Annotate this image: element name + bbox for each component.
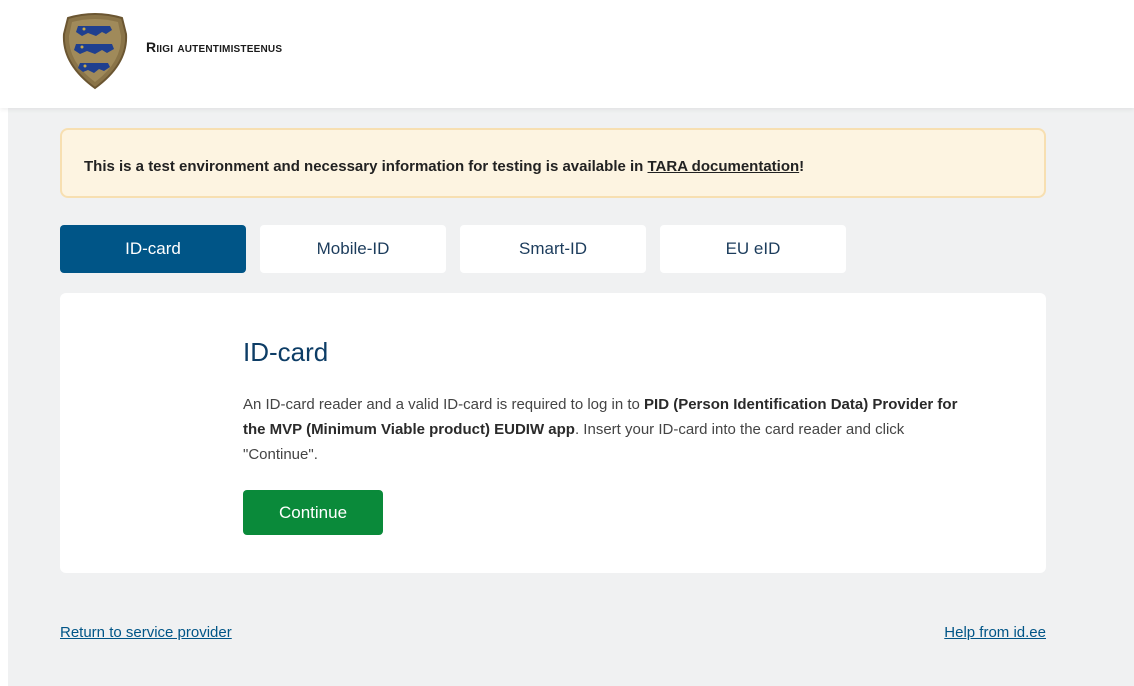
tab-id-card[interactable]: ID-card [60,225,246,273]
tara-documentation-link[interactable]: TARA documentation [648,158,800,175]
notice-text: This is a test environment and necessary… [84,158,648,175]
estonian-coat-of-arms-icon [60,12,130,90]
panel-title: ID-card [243,337,329,367]
test-environment-notice: This is a test environment and necessary… [60,128,1046,198]
id-card-panel: ID-card An ID-card reader and a valid ID… [60,293,1046,573]
brand-name: Riigi autentimisteenus [146,39,283,55]
description-text: An ID-card reader and a valid ID-card is… [243,396,645,413]
panel-description: An ID-card reader and a valid ID-card is… [243,392,983,467]
tab-mobile-id[interactable]: Mobile-ID [260,225,446,273]
tab-smart-id[interactable]: Smart-ID [460,225,646,273]
tab-eu-eid[interactable]: EU eID [660,225,846,273]
help-link[interactable]: Help from id.ee [944,624,1046,641]
return-to-service-provider-link[interactable]: Return to service provider [60,624,232,641]
header: Riigi autentimisteenus [0,0,1134,108]
notice-text-end: ! [799,158,805,175]
continue-button[interactable]: Continue [243,490,383,535]
